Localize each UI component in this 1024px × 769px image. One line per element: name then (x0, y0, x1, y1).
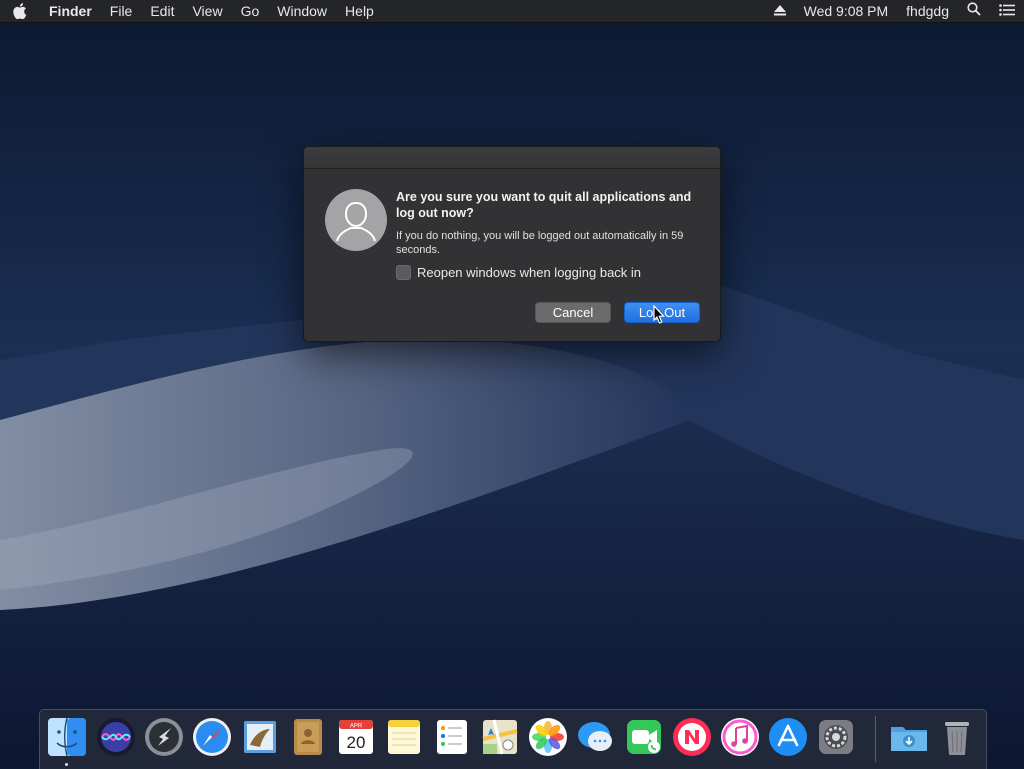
user-avatar-icon (325, 189, 387, 251)
reopen-windows-checkbox[interactable] (396, 265, 411, 280)
calendar-month: APR (350, 724, 363, 730)
system-preferences-icon[interactable] (816, 717, 856, 757)
menu-view[interactable]: View (183, 0, 231, 22)
menu-go[interactable]: Go (232, 0, 269, 22)
calendar-day: 20 (347, 733, 366, 752)
menu-help[interactable]: Help (336, 0, 383, 22)
spotlight-search-icon[interactable] (958, 0, 990, 22)
finder-running-indicator (65, 763, 68, 766)
menu-edit[interactable]: Edit (141, 0, 183, 22)
notification-center-icon[interactable] (990, 0, 1024, 22)
menu-bar: Finder File Edit View Go Window Help Wed… (0, 0, 1024, 23)
trash-icon[interactable] (937, 717, 977, 757)
downloads-folder-icon[interactable] (889, 717, 929, 757)
mail-icon[interactable] (240, 717, 280, 757)
mouse-cursor-icon (653, 305, 665, 324)
menu-window[interactable]: Window (268, 0, 336, 22)
dialog-message: If you do nothing, you will be logged ou… (396, 230, 684, 256)
contacts-icon[interactable] (288, 717, 328, 757)
dock-separator (875, 716, 876, 762)
apple-menu-icon[interactable] (0, 0, 40, 22)
finder-icon[interactable] (47, 717, 87, 757)
music-icon[interactable] (720, 717, 760, 757)
desktop-wallpaper (0, 0, 1024, 768)
clock[interactable]: Wed 9:08 PM (795, 0, 898, 22)
app-store-icon[interactable] (768, 717, 808, 757)
messages-icon[interactable] (576, 717, 616, 757)
menu-file[interactable]: File (101, 0, 142, 22)
app-menu-finder[interactable]: Finder (40, 0, 101, 22)
eject-icon[interactable] (765, 0, 795, 22)
user-menu[interactable]: fhdgdg (897, 0, 958, 22)
maps-icon[interactable] (480, 717, 520, 757)
facetime-icon[interactable] (624, 717, 664, 757)
siri-icon[interactable] (96, 717, 136, 757)
news-icon[interactable] (672, 717, 712, 757)
calendar-icon[interactable]: APR 20 (336, 717, 376, 757)
reopen-windows-option[interactable]: Reopen windows when logging back in (396, 265, 641, 280)
reopen-windows-label[interactable]: Reopen windows when logging back in (417, 265, 641, 280)
notes-icon[interactable] (384, 717, 424, 757)
dock: APR 20 (39, 709, 987, 769)
launchpad-icon[interactable] (144, 717, 184, 757)
dialog-title: Are you sure you want to quit all applic… (396, 190, 692, 220)
cancel-button[interactable]: Cancel (535, 302, 611, 323)
dialog-titlebar[interactable] (304, 147, 720, 169)
reminders-icon[interactable] (432, 717, 472, 757)
photos-icon[interactable] (528, 717, 568, 757)
safari-icon[interactable] (192, 717, 232, 757)
